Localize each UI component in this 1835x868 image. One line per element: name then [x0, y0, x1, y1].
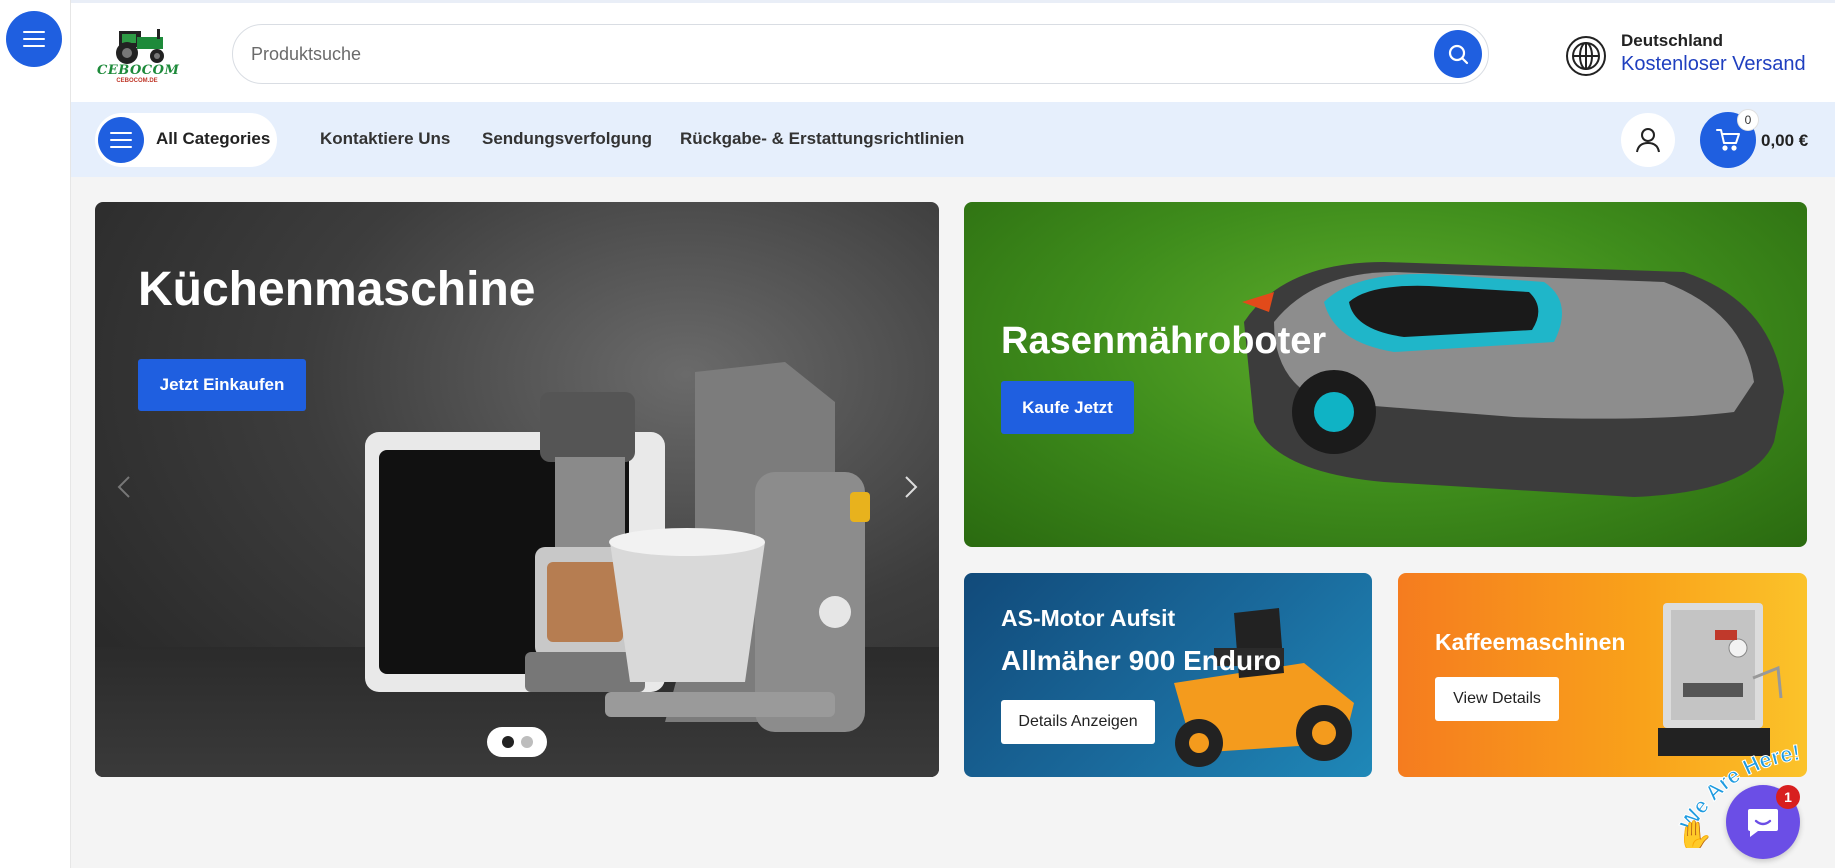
search-icon	[1448, 44, 1469, 65]
slider-dot-2[interactable]	[520, 736, 533, 748]
hero-slider[interactable]: Küchenmaschine Jetzt Einkaufen	[95, 202, 939, 777]
cart-count-badge: 0	[1737, 109, 1759, 131]
header: CEBOCOM CEBOCOM.DE Deutschland Kostenlos…	[71, 0, 1835, 102]
as-motor-details-button[interactable]: Details Anzeigen	[1001, 700, 1155, 744]
shipping-info[interactable]: Deutschland Kostenloser Versand	[1564, 29, 1834, 83]
globe-icon	[1566, 36, 1606, 76]
wave-hand-icon: ✋	[1676, 818, 1713, 848]
tractor-logo	[116, 29, 164, 64]
shipping-country: Deutschland	[1621, 31, 1724, 50]
free-shipping-label: Kostenloser Versand	[1621, 53, 1806, 75]
chevron-left-icon[interactable]	[110, 472, 140, 502]
nav-link-returns[interactable]: Rückgabe- & Erstattungsrichtlinien	[680, 129, 964, 149]
coffee-banner-title: Kaffeemaschinen	[1435, 629, 1626, 655]
robot-mower-image	[1242, 262, 1784, 497]
page: CEBOCOM CEBOCOM.DE Deutschland Kostenlos…	[0, 0, 1835, 868]
shop-now-button[interactable]: Jetzt Einkaufen	[138, 359, 306, 411]
site-logo[interactable]: CEBOCOM CEBOCOM.DE	[97, 23, 180, 85]
slider-dot-1[interactable]	[501, 736, 514, 748]
cart-icon	[1716, 129, 1740, 151]
side-menu-button[interactable]	[6, 11, 62, 67]
all-categories-button[interactable]: All Categories	[95, 113, 277, 167]
logo-text: CEBOCOM	[97, 63, 180, 78]
chat-icon	[1748, 809, 1778, 837]
all-categories-label: All Categories	[156, 129, 271, 148]
as-motor-banner[interactable]: AS-Motor Aufsit Allmäher 900 Enduro Deta…	[964, 573, 1372, 777]
slider-pagination	[487, 727, 547, 757]
main-content: Küchenmaschine Jetzt Einkaufen Rasenmähr…	[71, 177, 1835, 868]
account-button[interactable]	[1621, 113, 1675, 167]
navigation-bar: All Categories Kontaktiere Uns Sendungsv…	[71, 102, 1835, 177]
menu-icon	[110, 132, 132, 148]
ride-on-mower-image	[1174, 608, 1354, 767]
slider-title: Küchenmaschine	[138, 263, 536, 316]
search-bar	[232, 24, 1489, 84]
nav-link-tracking[interactable]: Sendungsverfolgung	[482, 129, 652, 149]
kitchen-appliances-image	[365, 362, 870, 732]
cart-total[interactable]: 0,00 €	[1761, 131, 1808, 151]
left-rail	[0, 0, 71, 868]
coffee-details-button[interactable]: View Details	[1435, 677, 1559, 721]
logo-subtext: CEBOCOM.DE	[116, 78, 158, 84]
chevron-right-icon[interactable]	[895, 472, 925, 502]
categories-menu-circle	[98, 117, 144, 163]
nav-link-contact[interactable]: Kontaktiere Uns	[320, 129, 450, 149]
user-icon	[1636, 128, 1660, 153]
menu-icon	[23, 31, 45, 47]
mower-buy-button[interactable]: Kaufe Jetzt	[1001, 381, 1134, 434]
search-button[interactable]	[1434, 30, 1482, 78]
mower-banner-title: Rasenmähroboter	[1001, 320, 1327, 362]
chat-unread-badge: 1	[1776, 785, 1800, 809]
search-input[interactable]	[251, 39, 1401, 69]
as-motor-title-line2: Allmäher 900 Enduro	[1001, 645, 1282, 676]
mower-banner[interactable]: Rasenmähroboter Kaufe Jetzt	[964, 202, 1807, 547]
as-motor-title-line1: AS-Motor Aufsit	[1001, 605, 1176, 631]
